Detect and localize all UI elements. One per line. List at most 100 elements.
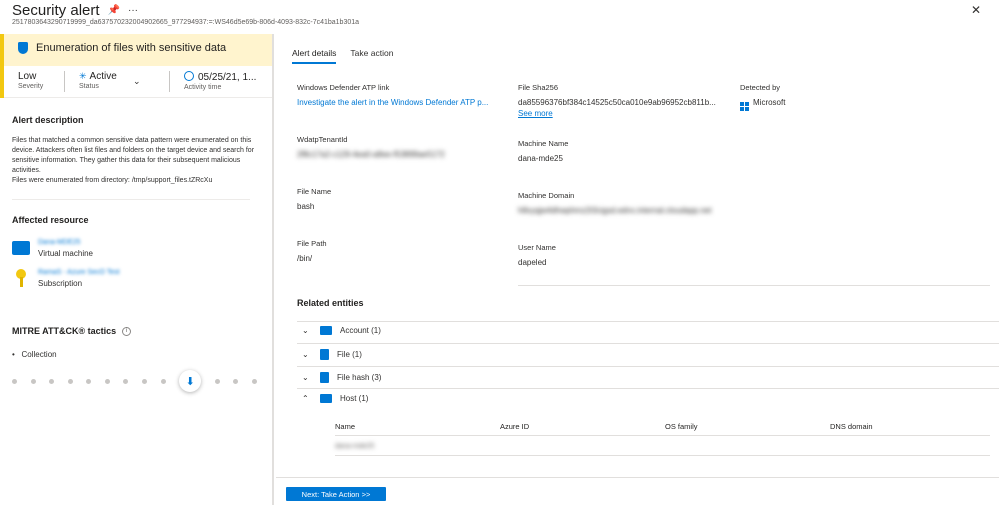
kill-chain-step [214,378,220,384]
entity-file-hash[interactable]: ⌄ File hash (3) [302,372,381,383]
file-name-field: File Name bash [297,187,331,211]
field-label: Machine Domain [518,191,575,200]
field-label: WdatpTenantId [297,135,348,144]
alert-name-text: Enumeration of files with sensitive data [36,42,227,54]
next-take-action-button[interactable]: Next: Take Action >> [286,487,386,501]
field-label: User Name [518,243,556,252]
field-label: Machine Name [518,139,569,148]
user-name-value: dapeled [518,258,547,267]
detected-by-field: Detected by Microsoft [740,83,785,111]
title-bar: Security alert 📌 ··· [12,2,138,19]
status-strip: Low Severity ✳ Active Status ⌄ 05/25/21, … [4,66,272,98]
sha256-field: File Sha256 da85596376bf384c14525c50ca01… [518,83,716,118]
alert-description-extra: Files were enumerated from directory: /t… [12,177,213,184]
tab-alert-details[interactable]: Alert details [292,48,337,64]
info-icon[interactable]: i [122,326,132,336]
kill-chain-step [233,378,239,384]
divider [12,199,250,200]
kill-chain-step [142,378,148,384]
shield-icon [18,42,28,54]
entity-host[interactable]: ⌃ Host (1) [302,394,368,403]
affected-resource-vm[interactable]: Dana-MDE25 Virtual machine [12,239,93,258]
divider [297,366,999,367]
alert-description: Files that matched a common sensitive da… [12,136,260,186]
file-icon [320,349,329,360]
column-header-azure-id: Azure ID [500,422,530,431]
mitre-title-text: MITRE ATT&CK® tactics [12,326,117,336]
status-dropdown[interactable]: ✳ Active Status ⌄ [65,66,169,97]
resource-type: Subscription [38,279,83,288]
tenant-id-field: WdatpTenantId 2f8c17a2-c129-4ea0-a8ee-f5… [297,135,445,159]
tab-bar: Alert details Take action [292,48,393,64]
chevron-down-icon[interactable]: ⌄ [133,76,141,87]
mitre-title: MITRE ATT&CK® tactics i [12,326,132,336]
affected-resource-subscription[interactable]: RamaS - Azure SecO Test Subscription [12,269,120,288]
related-entities-title: Related entities [297,298,364,308]
resource-name[interactable]: RamaS - Azure SecO Test [38,269,120,276]
microsoft-icon [740,102,749,111]
severity: Low Severity [4,66,64,97]
field-label: File Path [297,239,327,248]
affected-resource-title: Affected resource [12,215,89,225]
machine-domain-field: Machine Domain h8xyqjw4dhwphmz2t3cigsd.e… [518,191,711,215]
chevron-down-icon[interactable]: ⌄ [302,326,312,335]
kill-chain-step [86,378,92,384]
resource-type: Virtual machine [38,249,93,258]
field-label: File Sha256 [518,83,559,92]
activity-time: 05/25/21, 1... Activity time [170,66,270,97]
key-icon [16,269,26,287]
kill-chain-step [12,378,17,384]
column-header-os-family: OS family [665,422,698,431]
left-pane: Enumeration of files with sensitive data… [0,34,274,505]
activity-time-label: Activity time [184,84,222,91]
user-name-field: User Name dapeled [518,243,556,267]
more-options-button[interactable]: ··· [128,5,138,16]
machine-name-value: dana-mde25 [518,154,563,163]
divider [297,343,999,344]
severity-value: Low [18,71,37,82]
column-header-name: Name [335,422,356,431]
entity-label: File hash (3) [337,373,382,382]
kill-chain-step [160,378,166,384]
footer-divider [276,477,999,478]
file-path-value: /bin/ [297,254,313,263]
collection-icon[interactable]: ⬇ [179,370,202,392]
resource-name[interactable]: Dana-MDE25 [38,239,93,246]
close-icon[interactable]: ✕ [971,3,981,17]
kill-chain-step [67,378,73,384]
account-icon [320,326,332,335]
detected-by-value: Microsoft [753,98,786,107]
host-name-cell: dana-mde25 [335,443,375,450]
status-label: Status [79,83,99,90]
entity-label: File (1) [337,350,362,359]
file-hash-icon [320,372,329,383]
vm-icon [12,241,30,255]
field-label: Detected by [740,83,781,92]
active-spinner-icon: ✳ [79,71,87,81]
file-path-field: File Path /bin/ [297,239,327,263]
see-more-link[interactable]: See more [518,109,553,118]
divider [335,455,990,456]
pin-icon[interactable]: 📌 [108,5,120,16]
clock-icon [184,71,194,81]
chevron-down-icon[interactable]: ⌄ [302,350,312,359]
page-title: Security alert [12,2,100,19]
atp-link[interactable]: Investigate the alert in the Windows Def… [297,98,488,107]
column-header-dns-domain: DNS domain [830,422,873,431]
tab-take-action[interactable]: Take action [350,48,393,64]
alert-description-text: Files that matched a common sensitive da… [12,137,255,174]
chevron-up-icon[interactable]: ⌃ [302,394,312,403]
chevron-down-icon[interactable]: ⌄ [302,373,312,382]
kill-chain-timeline: ⬇ [12,370,257,392]
tactic-item: • Collection [12,350,57,359]
divider [335,435,990,436]
entity-label: Account (1) [340,326,381,335]
host-icon [320,394,332,403]
sha256-value: da85596376bf384c14525c50ca010e9ab96952cb… [518,98,716,107]
alert-id: 2517803643290719999_da637570232004902665… [12,19,360,26]
divider [297,321,999,322]
activity-time-value: 05/25/21, 1... [198,72,257,83]
entity-file[interactable]: ⌄ File (1) [302,349,362,360]
entity-account[interactable]: ⌄ Account (1) [302,326,381,335]
divider [518,285,990,286]
